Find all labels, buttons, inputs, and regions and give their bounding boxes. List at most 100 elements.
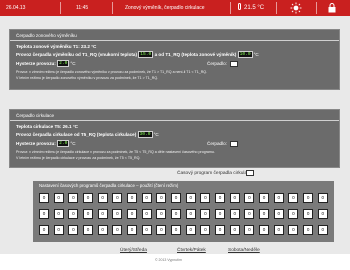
schedule-cell[interactable]: 0 — [39, 225, 49, 235]
schedule-cell[interactable]: 0 — [83, 225, 94, 235]
schedule-cell[interactable]: 0 — [273, 225, 284, 235]
topbar-divider — [230, 2, 231, 14]
schedule-cell[interactable]: 0 — [200, 225, 211, 235]
circulation-pump-panel: Čerpadlo cirkulace Teplota cirkulace T5:… — [9, 109, 340, 168]
schedule-cell[interactable]: 0 — [171, 225, 182, 235]
hysteresis-label: Hysterze provozu: — [16, 141, 56, 146]
main-area: Čerpadlo zonového výměníku Teplota zonov… — [0, 16, 350, 270]
schedule-cell[interactable]: 0 — [97, 209, 108, 219]
schedule-cell[interactable]: 0 — [68, 209, 79, 219]
schedule-cell[interactable]: 0 — [127, 209, 138, 219]
panel-header: Čerpadlo cirkulace — [16, 113, 55, 118]
schedule-cell[interactable]: 0 — [97, 193, 108, 203]
schedule-cell[interactable]: 0 — [244, 209, 255, 219]
unit-label: °C — [153, 132, 159, 137]
schedule-cell[interactable]: 0 — [112, 209, 123, 219]
circulation-run-field[interactable]: 30.0 — [137, 131, 153, 139]
schedule-cell[interactable]: 0 — [68, 193, 79, 203]
schedule-cell[interactable]: 0 — [317, 193, 328, 203]
link-saturday-sunday[interactable]: Sobota/Neděle — [228, 248, 260, 253]
schedule-cell[interactable]: 0 — [83, 193, 94, 203]
schedule-cell[interactable]: 0 — [156, 209, 167, 219]
time-display: 11:45 — [76, 5, 89, 11]
schedule-cell[interactable]: 0 — [288, 225, 299, 235]
panel-divider — [10, 120, 339, 121]
schedule-row-3: 00000000000000000000 — [39, 225, 328, 235]
circulation-pump-checkbox[interactable] — [230, 141, 238, 147]
schedule-cell[interactable]: 0 — [303, 193, 314, 203]
schedule-cell[interactable]: 0 — [39, 193, 49, 203]
schedule-cell[interactable]: 0 — [141, 225, 152, 235]
lock-icon[interactable] — [326, 0, 338, 16]
circulation-hysteresis-field[interactable]: 2.0 — [57, 140, 70, 148]
footer: © 2013 Vypnutím — [0, 254, 350, 270]
schedule-cell[interactable]: 0 — [244, 225, 255, 235]
thermometer-icon — [238, 3, 241, 10]
schedule-cell[interactable]: 0 — [127, 225, 138, 235]
exchanger-temp-label: Teplota zonové výměníku T1: 23.2 °C — [16, 44, 97, 49]
schedule-cell[interactable]: 0 — [215, 225, 226, 235]
schedule-cell[interactable]: 0 — [171, 193, 182, 203]
schedule-cell[interactable]: 0 — [171, 209, 182, 219]
schedule-cell[interactable]: 0 — [83, 209, 94, 219]
schedule-cell[interactable]: 0 — [259, 209, 270, 219]
schedule-cell[interactable]: 0 — [141, 209, 152, 219]
exchanger-note-1: Provoz: v zimním režimu je čerpadlo zono… — [16, 70, 208, 74]
schedule-cell[interactable]: 0 — [112, 225, 123, 235]
schedule-cell[interactable]: 0 — [156, 225, 167, 235]
schedule-cell[interactable]: 0 — [39, 209, 49, 219]
schedule-enable-checkbox[interactable] — [246, 170, 254, 176]
schedule-cell[interactable]: 0 — [215, 209, 226, 219]
schedule-row-1: 00000000000000000000 — [39, 193, 328, 203]
hysteresis-label: Hysterze provozu: — [16, 61, 56, 66]
exchanger-hysteresis-field[interactable]: 2.0 — [57, 60, 70, 68]
schedule-cell[interactable]: 0 — [317, 209, 328, 219]
unit-label: °C — [70, 141, 76, 146]
exchanger-run-field-1[interactable]: 15.0 — [138, 51, 154, 59]
schedule-cell[interactable]: 0 — [112, 193, 123, 203]
exchanger-hysteresis-row: Hysterze provozu: 2.0 °C — [16, 60, 76, 68]
exchanger-pump-panel: Čerpadlo zonového výměníku Teplota zonov… — [9, 29, 340, 90]
schedule-cell[interactable]: 0 — [156, 193, 167, 203]
run-label-mid: a od T1_RQ (teplota zonové výměník) — [154, 52, 237, 57]
schedule-cell[interactable]: 0 — [303, 209, 314, 219]
schedule-cell[interactable]: 0 — [273, 193, 284, 203]
schedule-cell[interactable]: 0 — [229, 209, 240, 219]
circulation-run-row: Provoz čerpadla cirkulace od T5_RQ (tepl… — [16, 131, 159, 139]
schedule-cell[interactable]: 0 — [229, 225, 240, 235]
panel-header: Čerpadlo zonového výměníku — [16, 33, 77, 38]
circulation-pump-label: Čerpadlo: — [207, 141, 227, 146]
schedule-cell[interactable]: 0 — [273, 209, 284, 219]
schedule-cell[interactable]: 0 — [141, 193, 152, 203]
schedule-cell[interactable]: 0 — [127, 193, 138, 203]
schedule-cell[interactable]: 0 — [185, 193, 196, 203]
schedule-cell[interactable]: 0 — [303, 225, 314, 235]
schedule-cell[interactable]: 0 — [53, 193, 64, 203]
schedule-cell[interactable]: 0 — [200, 209, 211, 219]
schedule-cell[interactable]: 0 — [97, 225, 108, 235]
schedule-cell[interactable]: 0 — [215, 193, 226, 203]
schedule-cell[interactable]: 0 — [68, 225, 79, 235]
schedule-cell[interactable]: 0 — [53, 225, 64, 235]
link-tuesday-wednesday[interactable]: Úterý/Středa — [120, 248, 147, 253]
schedule-cell[interactable]: 0 — [259, 225, 270, 235]
unit-label: °C — [70, 61, 76, 66]
schedule-cell[interactable]: 0 — [185, 225, 196, 235]
schedule-cell[interactable]: 0 — [259, 193, 270, 203]
sun-icon[interactable] — [290, 0, 302, 16]
schedule-cell[interactable]: 0 — [288, 209, 299, 219]
schedule-cell[interactable]: 0 — [317, 225, 328, 235]
schedule-cell[interactable]: 0 — [244, 193, 255, 203]
schedule-cell[interactable]: 0 — [185, 209, 196, 219]
schedule-cell[interactable]: 0 — [229, 193, 240, 203]
schedule-cell[interactable]: 0 — [288, 193, 299, 203]
exchanger-run-field-2[interactable]: 10.0 — [237, 51, 253, 59]
exchanger-note-2: V letním režimu je čerpadlo zonového vým… — [16, 76, 159, 80]
schedule-cell[interactable]: 0 — [53, 209, 64, 219]
unit-label: °C — [253, 52, 259, 57]
date-display: 26.04.13 — [6, 5, 26, 11]
schedule-cell[interactable]: 0 — [200, 193, 211, 203]
outdoor-temperature: 21.5 °C — [238, 0, 264, 16]
link-thursday-friday[interactable]: Čtvrtek/Pátek — [177, 248, 206, 253]
exchanger-pump-checkbox[interactable] — [230, 61, 238, 67]
